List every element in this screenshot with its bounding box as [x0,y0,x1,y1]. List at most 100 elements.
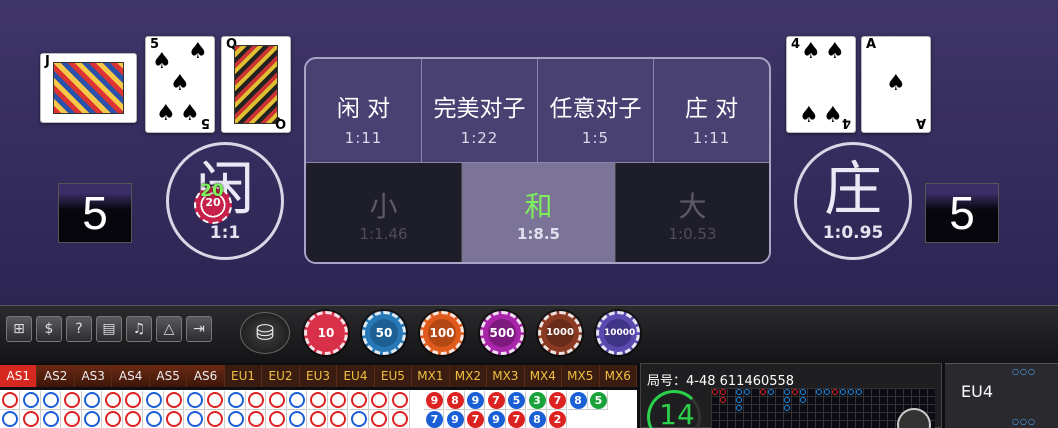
road-cell: 8 [527,410,547,428]
main-bets-row: 小 1:1.46 和 1:8.5 大 1:0.53 [306,162,769,262]
road-cell [205,410,225,428]
spade-icon: ♠ [170,71,190,96]
tab-eu2[interactable]: EU2 [262,365,300,387]
red-ring-icon [125,392,141,408]
road-cell [184,391,205,410]
chip-value: 50 [370,319,398,347]
bet-small[interactable]: 小 1:1.46 [306,163,462,262]
card-rank: 4 [791,37,801,52]
tab-mx6[interactable]: MX6 [600,365,637,387]
bet-player-pair[interactable]: 闲 对 1:11 [306,59,422,162]
road-number: 8 [569,392,587,409]
red-ring-icon [125,411,141,427]
card-rank: J [45,54,50,69]
red-ring-icon [207,411,223,427]
tab-eu5[interactable]: EU5 [375,365,413,387]
road-cell [41,391,61,410]
tab-eu3[interactable]: EU3 [300,365,338,387]
chip-value: 10 [312,319,340,347]
table-list-panel[interactable]: ○○○ EU4 ○○○ [945,363,1058,428]
road-cell [0,410,20,428]
bet-perfect-pair[interactable]: 完美对子 1:22 [422,59,538,162]
blue-ring-icon [784,405,790,411]
tab-mx2[interactable]: MX2 [450,365,488,387]
road-cell [103,410,123,428]
road-cell [246,410,266,428]
blue-ring-icon [784,389,790,395]
tab-as3[interactable]: AS3 [74,365,113,387]
chip-10[interactable]: 10 [304,311,348,355]
music-icon[interactable]: ♫ [126,316,152,342]
player-odds: 1:1 [209,223,241,243]
tab-mx3[interactable]: MX3 [487,365,525,387]
road-cell [0,391,20,410]
road-cell: 7 [547,391,567,410]
bet-tie[interactable]: 和 1:8.5 [462,163,616,262]
bet-big[interactable]: 大 1:0.53 [616,163,769,262]
road-cell: 7 [485,391,506,410]
blue-ring-icon [186,411,203,427]
tab-mx1[interactable]: MX1 [412,365,450,387]
road-number: 7 [487,392,505,409]
red-ring-icon [371,411,387,427]
bead-road: 9897537857979782 [0,390,637,428]
tab-eu4[interactable]: EU4 [337,365,375,387]
table-icon[interactable]: ⊞ [6,316,32,342]
bet-odds: 1:11 [692,129,731,147]
history-icon[interactable]: ▤ [96,316,122,342]
banker-bet-area[interactable]: 庄 1:0.95 [794,142,912,260]
chip-500[interactable]: 500 [480,311,524,355]
road-cell: 7 [506,410,526,428]
tab-as6[interactable]: AS6 [187,365,225,387]
road-cell [164,391,184,410]
red-ring-icon [720,389,726,395]
road-cell [102,391,123,410]
bet-label: 闲 对 [336,96,391,122]
tab-as5[interactable]: AS5 [149,365,188,387]
side-bets-row: 闲 对 1:11 完美对子 1:22 任意对子 1:5 庄 对 1:11 [306,59,769,162]
chip-1000[interactable]: 1000 [538,311,582,355]
exit-icon[interactable]: ⇥ [186,316,212,342]
queen-face-icon [234,45,278,124]
road-cell [308,410,328,428]
tab-mx4[interactable]: MX4 [525,365,563,387]
bet-banker-pair[interactable]: 庄 对 1:11 [654,59,769,162]
tab-as2[interactable]: AS2 [37,365,75,387]
tab-as4[interactable]: AS4 [112,365,150,387]
tab-mx5[interactable]: MX5 [562,365,600,387]
road-cell [267,410,287,428]
warning-icon[interactable]: △ [156,316,182,342]
spade-icon: ♠ [156,101,176,126]
road-cell [82,410,102,428]
road-cell [389,391,410,410]
blue-ring-icon [84,392,100,408]
chip-50[interactable]: 50 [362,311,406,355]
road-cell [369,391,389,410]
chip-value: 1000 [546,319,574,347]
blue-ring-icon [186,392,203,408]
tab-eu1[interactable]: EU1 [225,365,263,387]
tab-as1[interactable]: AS1 [0,365,38,387]
chip-stack-icon[interactable]: ⛁ [240,312,290,354]
red-ring-icon [391,392,408,408]
banker-score: 5 [925,183,999,243]
road-cell [266,391,287,410]
road-cell: 9 [465,391,485,410]
chip-10000[interactable]: 10000 [596,311,640,355]
road-number: 7 [426,411,443,428]
blue-ring-icon [744,389,750,395]
red-ring-icon [330,392,346,408]
currency-icon[interactable]: $ [36,316,62,342]
bet-any-pair[interactable]: 任意对子 1:5 [538,59,654,162]
spade-icon: ♠ [799,103,819,128]
blue-ring-icon [784,397,790,403]
road-cell: 9 [424,391,444,410]
road-cell [185,410,205,428]
help-icon[interactable]: ? [66,316,92,342]
blue-ring-icon [800,389,806,395]
blue-ring-icon [227,411,244,427]
blue-ring-icon [840,389,846,395]
blue-ring-icon [289,411,305,427]
chip-100[interactable]: 100 [420,311,464,355]
player-score: 5 [58,183,132,243]
